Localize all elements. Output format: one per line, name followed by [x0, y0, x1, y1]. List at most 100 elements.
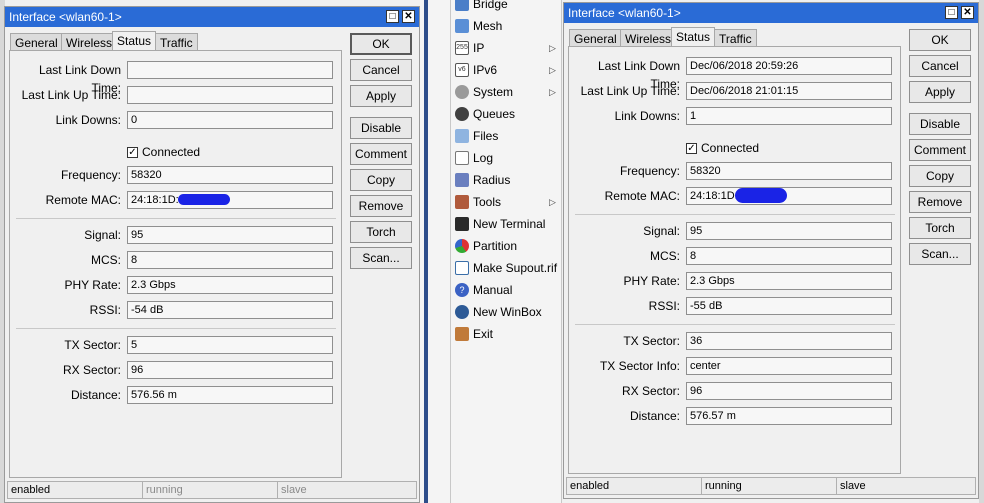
menu-item-new-winbox[interactable]: New WinBox	[451, 301, 561, 323]
remove-button[interactable]: Remove	[350, 195, 412, 217]
menu-item-new-terminal[interactable]: New Terminal	[451, 213, 561, 235]
mac-redaction-mark	[178, 194, 230, 205]
mac-redaction-mark	[735, 188, 787, 203]
scan-button[interactable]: Scan...	[350, 247, 412, 269]
tab-status[interactable]: Status	[112, 31, 157, 51]
menu-item-log[interactable]: Log	[451, 147, 561, 169]
tab-wireless[interactable]: Wireless	[61, 33, 118, 51]
radius-icon	[455, 173, 469, 187]
frequency-field: 58320	[127, 166, 333, 184]
left-window-title: Interface <wlan60-1>	[9, 10, 122, 24]
ok-button[interactable]: OK	[909, 29, 971, 51]
distance-label: Distance:	[70, 388, 121, 402]
left-interface-window: Interface <wlan60-1> □ ✕ General Wireles…	[4, 6, 420, 503]
menu-item-mesh[interactable]: Mesh	[451, 15, 561, 37]
connected-checkbox: ✓	[686, 143, 697, 154]
submenu-arrow-icon: ▷	[549, 197, 556, 207]
connected-label: Connected	[701, 141, 760, 155]
close-icon[interactable]: ✕	[961, 6, 974, 19]
torch-button[interactable]: Torch	[909, 217, 971, 239]
rx-sector-label: RX Sector:	[621, 384, 680, 398]
tab-status[interactable]: Status	[671, 27, 716, 47]
menu-item-make-supout[interactable]: Make Supout.rif	[451, 257, 561, 279]
last-link-up-field: Dec/06/2018 21:01:15	[686, 82, 892, 100]
menu-item-radius[interactable]: Radius	[451, 169, 561, 191]
terminal-icon	[455, 217, 469, 231]
ok-button[interactable]: OK	[350, 33, 412, 55]
last-link-down-field	[127, 61, 333, 79]
menu-item-exit[interactable]: Exit	[451, 323, 561, 345]
status-slave: slave	[277, 481, 417, 499]
apply-button[interactable]: Apply	[909, 81, 971, 103]
right-titlebar[interactable]: Interface <wlan60-1> □ ✕	[564, 3, 978, 23]
apply-button[interactable]: Apply	[350, 85, 412, 107]
mesh-icon	[455, 19, 469, 33]
scan-button[interactable]: Scan...	[909, 243, 971, 265]
frequency-label: Frequency:	[619, 164, 680, 178]
system-icon	[455, 85, 469, 99]
menu-item-tools[interactable]: Tools ▷	[451, 191, 561, 213]
submenu-arrow-icon: ▷	[549, 87, 556, 97]
tx-sector-info-label: TX Sector Info:	[599, 359, 680, 373]
distance-label: Distance:	[629, 409, 680, 423]
files-icon	[455, 129, 469, 143]
mcs-field: 8	[686, 247, 892, 265]
submenu-arrow-icon: ▷	[549, 65, 556, 75]
tx-sector-field: 5	[127, 336, 333, 354]
supout-icon	[455, 261, 469, 275]
menu-item-bridge[interactable]: Bridge	[451, 0, 561, 15]
remote-mac-label: Remote MAC:	[604, 189, 680, 203]
separator	[16, 328, 336, 329]
menu-item-system[interactable]: System ▷	[451, 81, 561, 103]
signal-label: Signal:	[643, 224, 680, 238]
copy-button[interactable]: Copy	[350, 169, 412, 191]
rx-sector-field: 96	[686, 382, 892, 400]
tab-traffic[interactable]: Traffic	[155, 33, 198, 51]
maximize-icon[interactable]: □	[386, 10, 399, 23]
separator	[575, 214, 895, 215]
rx-sector-label: RX Sector:	[62, 363, 121, 377]
status-enabled: enabled	[566, 477, 702, 495]
distance-field: 576.56 m	[127, 386, 333, 404]
desktop-dark-strip	[424, 0, 428, 503]
tab-general[interactable]: General	[569, 29, 622, 47]
rssi-label: RSSI:	[89, 303, 121, 317]
link-downs-field: 0	[127, 111, 333, 129]
menu-item-files[interactable]: Files	[451, 125, 561, 147]
cancel-button[interactable]: Cancel	[909, 55, 971, 77]
torch-button[interactable]: Torch	[350, 221, 412, 243]
last-link-up-label: Last Link Up Time:	[21, 88, 121, 102]
menu-item-ipv6[interactable]: v6 IPv6 ▷	[451, 59, 561, 81]
tab-traffic[interactable]: Traffic	[714, 29, 757, 47]
comment-button[interactable]: Comment	[350, 143, 412, 165]
mcs-field: 8	[127, 251, 333, 269]
ip-icon: 255	[455, 41, 469, 55]
cancel-button[interactable]: Cancel	[350, 59, 412, 81]
tx-sector-label: TX Sector:	[64, 338, 121, 352]
remote-mac-label: Remote MAC:	[45, 193, 121, 207]
tools-icon	[455, 195, 469, 209]
status-slave: slave	[836, 477, 976, 495]
comment-button[interactable]: Comment	[909, 139, 971, 161]
ipv6-icon: v6	[455, 63, 469, 77]
copy-button[interactable]: Copy	[909, 165, 971, 187]
menu-item-manual[interactable]: ? Manual	[451, 279, 561, 301]
menu-item-queues[interactable]: Queues	[451, 103, 561, 125]
remote-mac-field: 24:18:1D:	[127, 191, 333, 209]
menu-item-partition[interactable]: Partition	[451, 235, 561, 257]
close-icon[interactable]: ✕	[402, 10, 415, 23]
tab-general[interactable]: General	[10, 33, 63, 51]
tab-wireless[interactable]: Wireless	[620, 29, 677, 47]
remote-mac-field: 24:18:1D:	[686, 187, 892, 205]
signal-label: Signal:	[84, 228, 121, 242]
maximize-icon[interactable]: □	[945, 6, 958, 19]
log-icon	[455, 151, 469, 165]
separator	[16, 218, 336, 219]
disable-button[interactable]: Disable	[909, 113, 971, 135]
left-titlebar[interactable]: Interface <wlan60-1> □ ✕	[5, 7, 419, 27]
remove-button[interactable]: Remove	[909, 191, 971, 213]
last-link-up-label: Last Link Up Time:	[580, 84, 680, 98]
menu-item-ip[interactable]: 255 IP ▷	[451, 37, 561, 59]
link-downs-field: 1	[686, 107, 892, 125]
disable-button[interactable]: Disable	[350, 117, 412, 139]
